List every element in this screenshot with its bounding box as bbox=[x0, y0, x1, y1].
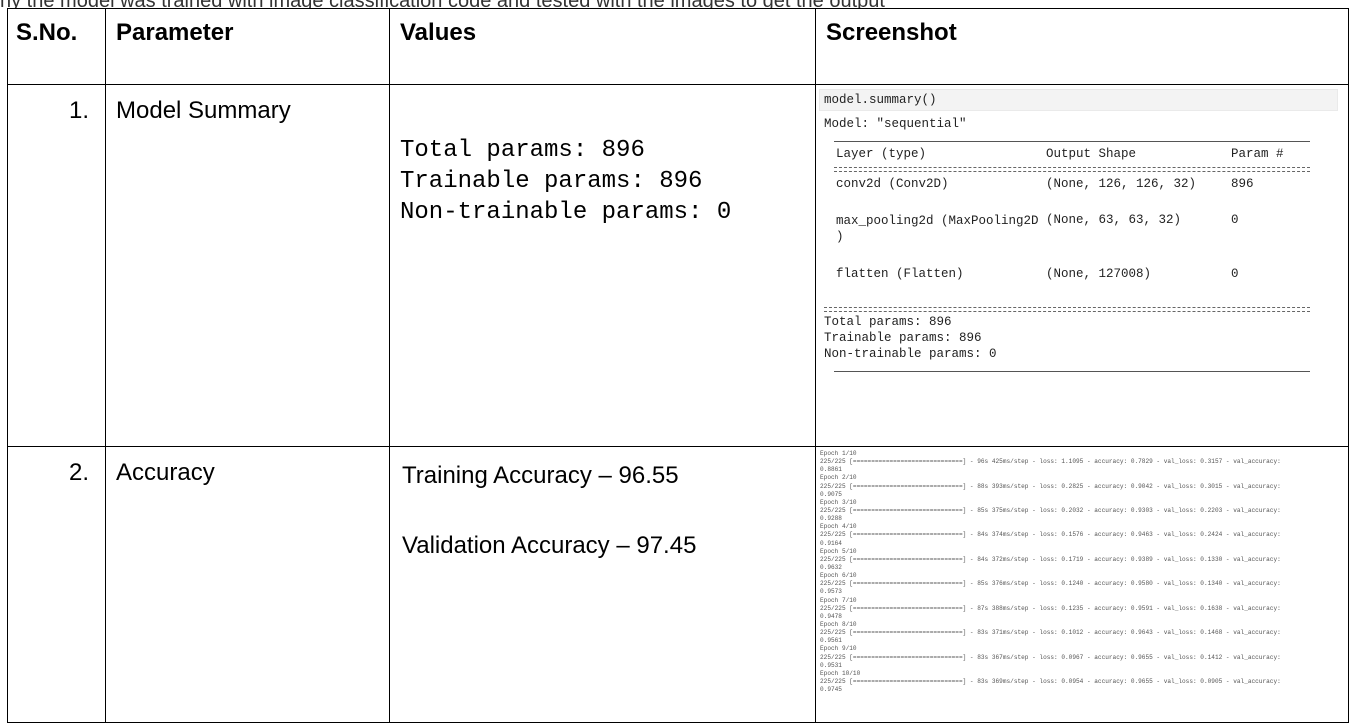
validation-accuracy: Validation Accuracy – 97.45 bbox=[402, 532, 697, 559]
column-output-shape: Output Shape bbox=[1046, 147, 1137, 161]
values-cell: Total params: 896 Trainable params: 896 … bbox=[389, 84, 816, 447]
double-divider bbox=[824, 307, 1310, 312]
layer-name: max_pooling2d (MaxPooling2D ) bbox=[836, 214, 1039, 244]
log-line: Epoch 6/10 bbox=[820, 572, 857, 580]
log-line: Epoch 8/10 bbox=[820, 620, 857, 628]
log-line: 0.9573 bbox=[820, 588, 842, 596]
log-line: 0.9531 bbox=[820, 661, 842, 669]
log-line: 225/225 [==============================]… bbox=[820, 555, 1281, 563]
non-trainable-params-line: Non-trainable params: 0 bbox=[824, 347, 997, 361]
row-number: 1. bbox=[7, 84, 106, 447]
log-line: 225/225 [==============================]… bbox=[820, 506, 1281, 514]
log-line: 0.9561 bbox=[820, 637, 842, 645]
values-cell: Training Accuracy – 96.55 Validation Acc… bbox=[389, 446, 816, 723]
previous-page-text: ny the model was trained with image clas… bbox=[0, 0, 1352, 8]
header-parameter: Parameter bbox=[105, 8, 390, 85]
log-line: 225/225 [==============================]… bbox=[820, 580, 1281, 588]
log-line: 0.9632 bbox=[820, 563, 842, 571]
trainable-params-line: Trainable params: 896 bbox=[824, 331, 982, 345]
table-row-accuracy: 2. Accuracy Training Accuracy – 96.55 Va… bbox=[7, 446, 1349, 723]
log-line: 225/225 [==============================]… bbox=[820, 677, 1281, 685]
log-line: Epoch 4/10 bbox=[820, 523, 857, 531]
table-header-row: S.No. Parameter Values Screenshot bbox=[7, 8, 1349, 85]
log-line: 0.8861 bbox=[820, 466, 842, 474]
parameter-name: Model Summary bbox=[105, 84, 390, 447]
log-line: 225/225 [==============================]… bbox=[820, 653, 1281, 661]
training-accuracy: Training Accuracy – 96.55 bbox=[402, 462, 679, 489]
log-line: 0.9288 bbox=[820, 515, 842, 523]
column-param-count: Param # bbox=[1231, 147, 1284, 161]
total-params-line: Total params: 896 bbox=[824, 315, 952, 329]
divider bbox=[834, 371, 1310, 372]
log-line: 0.9745 bbox=[820, 686, 842, 694]
log-line: Epoch 2/10 bbox=[820, 474, 857, 482]
header-sno: S.No. bbox=[7, 8, 106, 85]
log-line: Epoch 10/10 bbox=[820, 669, 861, 677]
layer-params: 896 bbox=[1231, 177, 1254, 191]
training-log-screenshot: Epoch 1/10 225/225 [=====================… bbox=[816, 447, 1348, 722]
log-line: 0.9164 bbox=[820, 539, 842, 547]
log-line: 0.9075 bbox=[820, 490, 842, 498]
log-line: Epoch 9/10 bbox=[820, 645, 857, 653]
code-input: model.summary() bbox=[819, 89, 1338, 111]
layer-shape: (None, 63, 63, 32) bbox=[1046, 213, 1182, 227]
layer-shape: (None, 127008) bbox=[1046, 267, 1152, 281]
log-line: 225/225 [==============================]… bbox=[820, 629, 1281, 637]
column-layer-type: Layer (type) bbox=[836, 147, 927, 161]
log-line: 225/225 [==============================]… bbox=[820, 604, 1281, 612]
model-param-values: Total params: 896 Trainable params: 896 … bbox=[400, 137, 732, 226]
log-line: 225/225 [==============================]… bbox=[820, 531, 1281, 539]
divider bbox=[834, 141, 1310, 142]
layer-name: conv2d (Conv2D) bbox=[836, 177, 949, 191]
accuracy-values: Training Accuracy – 96.55 Validation Acc… bbox=[390, 447, 815, 565]
log-line: 0.9478 bbox=[820, 612, 842, 620]
model-summary-screenshot: model.summary() Model: "sequential" Laye… bbox=[816, 85, 1348, 445]
row-number: 2. bbox=[7, 446, 106, 723]
layer-params: 0 bbox=[1231, 213, 1239, 227]
screenshot-cell: model.summary() Model: "sequential" Laye… bbox=[815, 84, 1349, 447]
log-line: 225/225 [==============================]… bbox=[820, 458, 1281, 466]
double-divider bbox=[834, 167, 1310, 172]
log-line: Epoch 5/10 bbox=[820, 547, 857, 555]
layer-name: flatten (Flatten) bbox=[836, 267, 964, 281]
screenshot-cell: Epoch 1/10 225/225 [=====================… bbox=[815, 446, 1349, 723]
layer-shape: (None, 126, 126, 32) bbox=[1046, 177, 1197, 191]
log-line: Epoch 7/10 bbox=[820, 596, 857, 604]
header-screenshot: Screenshot bbox=[815, 8, 1349, 85]
log-line: 225/225 [==============================]… bbox=[820, 482, 1281, 490]
parameter-name: Accuracy bbox=[105, 446, 390, 723]
log-line: Epoch 1/10 bbox=[820, 450, 857, 457]
layer-params: 0 bbox=[1231, 267, 1239, 281]
table-row-model-summary: 1. Model Summary Total params: 896 Train… bbox=[7, 84, 1349, 447]
model-name-line: Model: "sequential" bbox=[824, 117, 967, 131]
header-values: Values bbox=[389, 8, 816, 85]
log-line: Epoch 3/10 bbox=[820, 498, 857, 506]
results-table: S.No. Parameter Values Screenshot 1. Mod… bbox=[7, 8, 1349, 723]
